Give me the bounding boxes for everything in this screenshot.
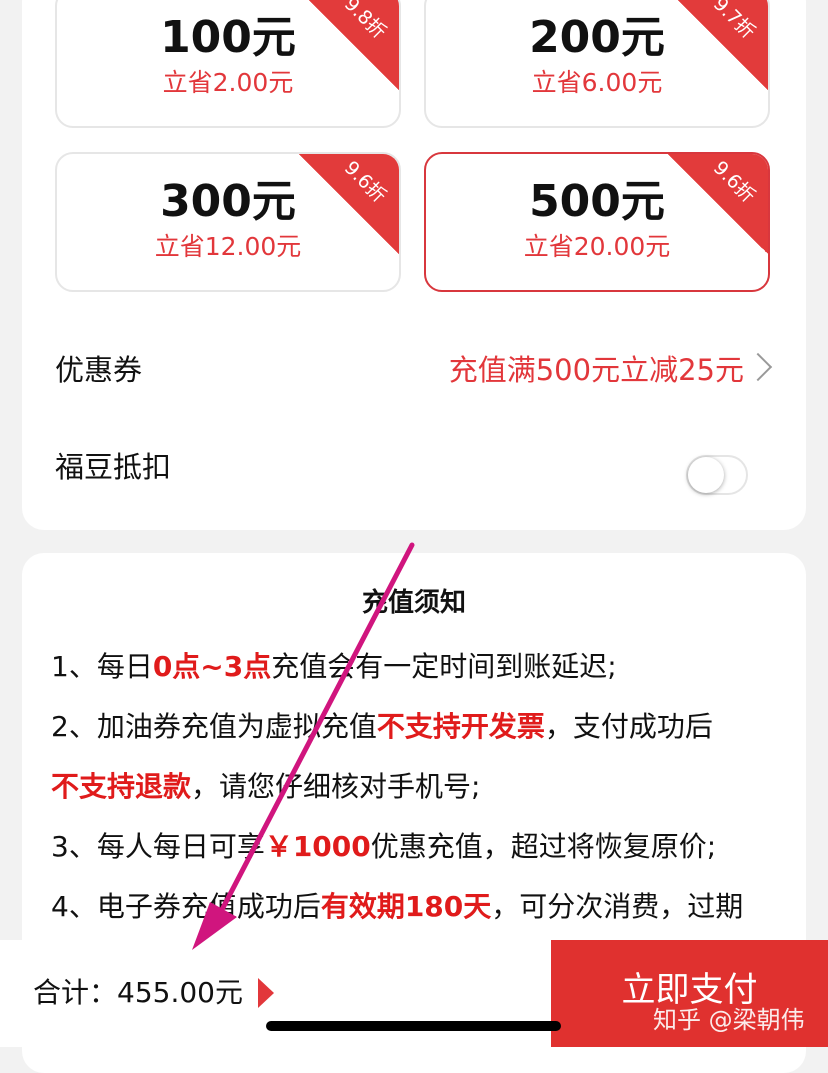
notice-title: 充值须知 [361, 588, 466, 618]
watermark: 知乎 @梁朝伟 [653, 1006, 805, 1034]
notice-line-3: 不支持退款，请您仔细核对手机号; [51, 769, 480, 805]
toggle-knob [688, 457, 724, 493]
total-amount: 合计：455.00元 [33, 976, 243, 1009]
notice-text: 3、每人每日可享 [51, 830, 265, 863]
coupon-label: 优惠券 [55, 353, 143, 387]
notice-highlight: 有效期180天 [320, 890, 492, 923]
caret-right-icon[interactable] [258, 978, 274, 1008]
fudou-label: 福豆抵扣 [55, 450, 172, 484]
notice-highlight: 不支持开发票 [376, 710, 545, 743]
notice-line-5: 4、电子券充值成功后有效期180天，可分次消费，过期 [51, 889, 743, 925]
amount-option-300[interactable]: 300元 立省12.00元 9.6折 [55, 152, 401, 292]
notice-text: 充值会有一定时间到账延迟; [271, 650, 617, 683]
amount-option-100[interactable]: 100元 立省2.00元 9.8折 [55, 0, 401, 128]
notice-highlight: 不支持退款 [51, 770, 192, 803]
notice-line-1: 1、每日0点~3点充值会有一定时间到账延迟; [51, 649, 617, 685]
notice-text: 4、电子券充值成功后 [51, 890, 321, 923]
notice-highlight: 0点~3点 [152, 650, 272, 683]
amount-option-200[interactable]: 200元 立省6.00元 9.7折 [424, 0, 770, 128]
notice-highlight: ￥1000 [264, 830, 371, 863]
notice-text: ，可分次消费，过期 [491, 890, 744, 923]
notice-line-2: 2、加油券充值为虚拟充值不支持开发票，支付成功后 [51, 709, 713, 745]
notice-text: ，支付成功后 [544, 710, 713, 743]
notice-text: 2、加油券充值为虚拟充值 [51, 710, 377, 743]
notice-text: 1、每日 [51, 650, 153, 683]
coupon-value[interactable]: 充值满500元立减25元 [449, 352, 744, 388]
notice-text: 优惠充值，超过将恢复原价; [370, 830, 717, 863]
notice-text: ，请您仔细核对手机号; [191, 770, 481, 803]
home-indicator [266, 1021, 561, 1031]
notice-line-4: 3、每人每日可享￥1000优惠充值，超过将恢复原价; [51, 829, 716, 865]
fudou-toggle[interactable] [686, 455, 748, 495]
amount-option-500[interactable]: 500元 立省20.00元 9.6折 [424, 152, 770, 292]
